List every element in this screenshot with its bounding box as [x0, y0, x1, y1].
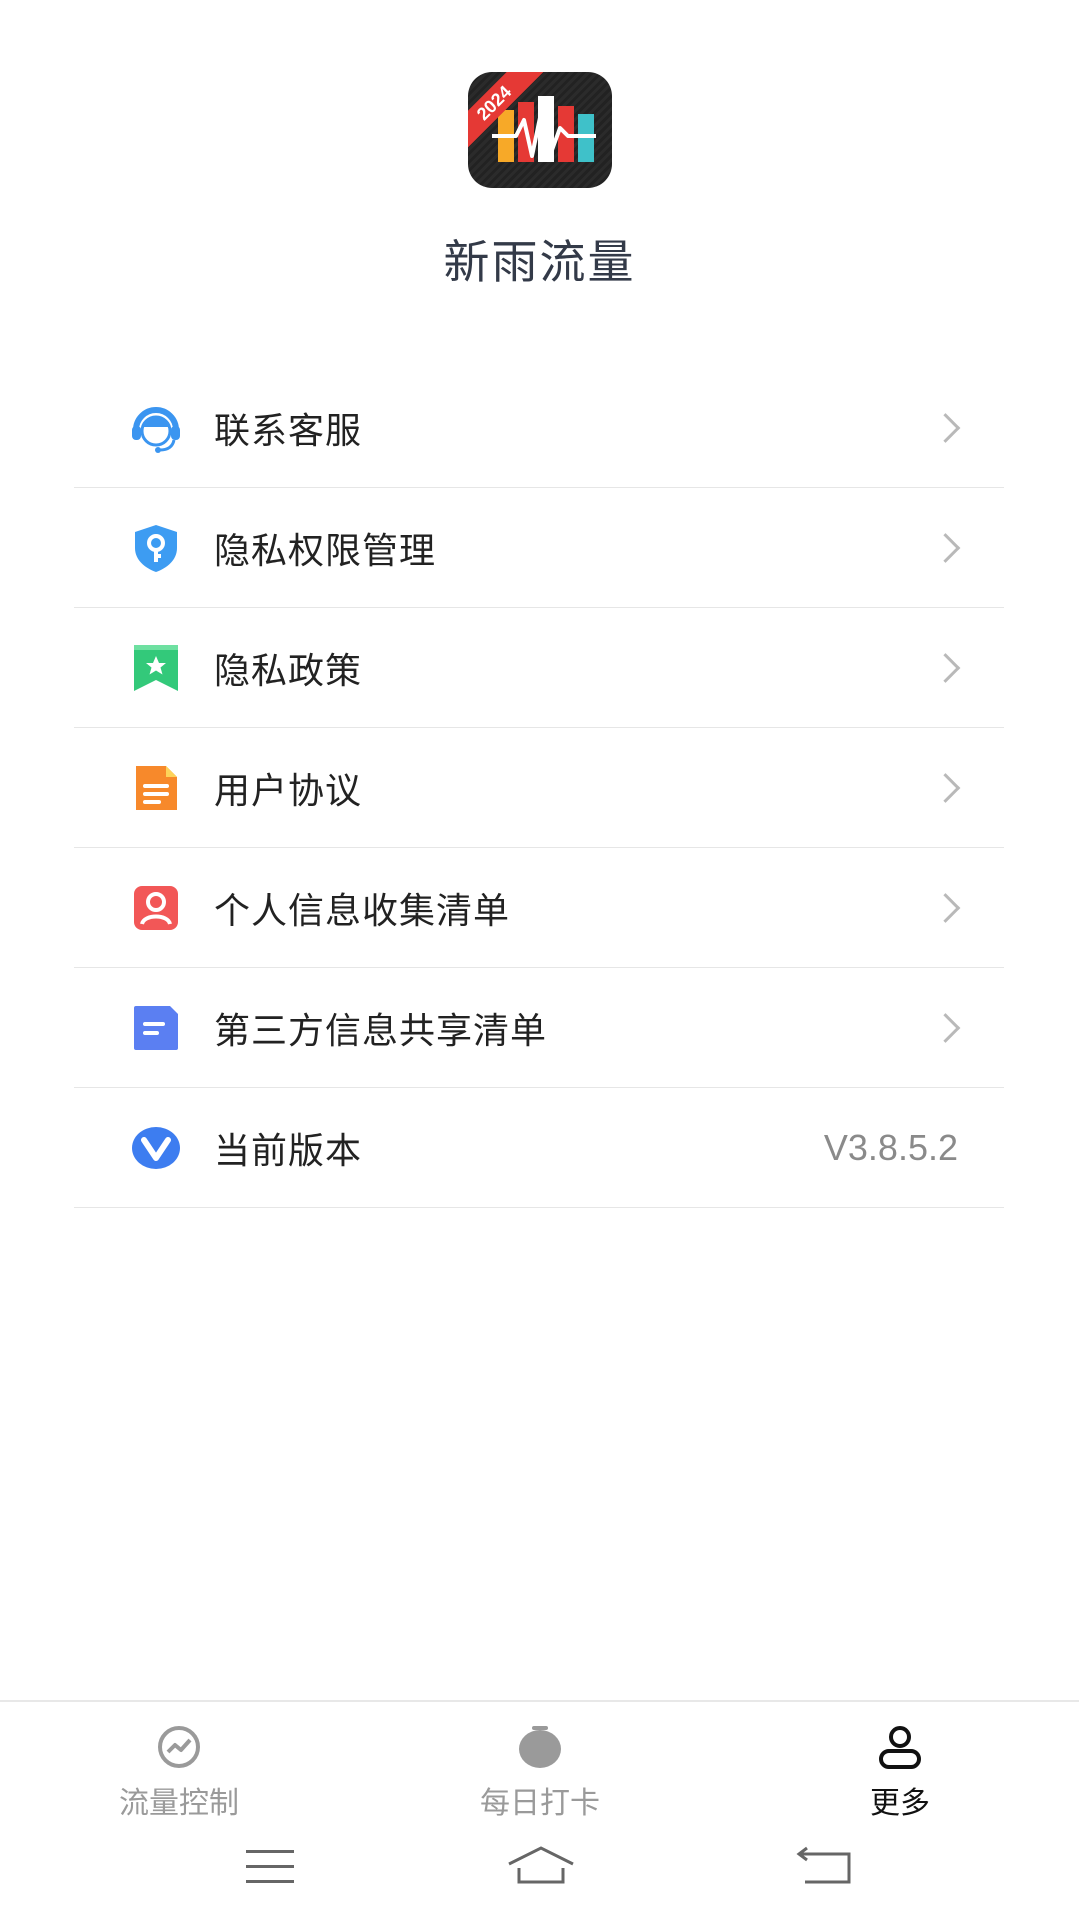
page: 2024 新雨流量 联系客服 隐私权限管理 隐私政策 用户协议 个人信息收集清单… [0, 0, 1079, 1919]
home-icon[interactable] [505, 1842, 577, 1892]
menu-item-privacy-policy[interactable]: 隐私政策 [74, 608, 1004, 728]
menu-item-privacy-permissions[interactable]: 隐私权限管理 [74, 488, 1004, 608]
menu-item-third-party-sharing[interactable]: 第三方信息共享清单 [74, 968, 1004, 1088]
tab-label: 流量控制 [119, 1786, 239, 1821]
version-value: V3.8.5.2 [823, 1126, 958, 1168]
chevron-right-icon [930, 772, 961, 803]
chevron-right-icon [930, 1012, 961, 1043]
menu-label: 联系客服 [214, 410, 363, 452]
menu-lines-icon[interactable] [240, 1842, 300, 1892]
chevron-right-icon [930, 412, 961, 443]
app-logo: 2024 [468, 72, 612, 188]
bookmark-star-icon [134, 644, 178, 691]
app-title: 新雨流量 [443, 235, 636, 289]
tab-label: 每日打卡 [480, 1786, 600, 1821]
checkin-icon [519, 1726, 561, 1768]
traffic-gauge-icon [158, 1726, 200, 1768]
chevron-right-icon [930, 892, 961, 923]
tab-traffic-control[interactable]: 流量控制 [49, 1702, 309, 1822]
menu-label: 用户协议 [214, 770, 363, 812]
menu-item-personal-info-list[interactable]: 个人信息收集清单 [74, 848, 1004, 968]
tab-more[interactable]: 更多 [770, 1702, 1030, 1822]
menu-item-current-version: 当前版本 V3.8.5.2 [74, 1088, 1004, 1208]
menu-label: 第三方信息共享清单 [214, 1010, 548, 1052]
user-card-icon [134, 885, 178, 930]
menu-item-customer-service[interactable]: 联系客服 [74, 368, 1004, 488]
settings-menu: 联系客服 隐私权限管理 隐私政策 用户协议 个人信息收集清单 第三方信息共享清单… [74, 368, 1004, 1208]
back-icon[interactable] [795, 1842, 855, 1892]
system-navigation-bar [0, 1820, 1079, 1919]
tab-label: 更多 [870, 1786, 930, 1821]
menu-label: 当前版本 [214, 1130, 363, 1172]
shield-key-icon [135, 524, 177, 572]
tab-daily-checkin[interactable]: 每日打卡 [410, 1702, 670, 1822]
menu-label: 隐私政策 [214, 650, 363, 692]
note-icon [134, 1005, 178, 1050]
user-icon [879, 1726, 921, 1769]
menu-label: 隐私权限管理 [214, 530, 437, 572]
customer-service-icon [132, 406, 180, 453]
v-logo-icon [132, 1126, 180, 1169]
bottom-tab-bar: 流量控制 每日打卡 更多 [0, 1700, 1079, 1822]
menu-label: 个人信息收集清单 [214, 890, 511, 932]
menu-item-user-agreement[interactable]: 用户协议 [74, 728, 1004, 848]
chevron-right-icon [930, 532, 961, 563]
chevron-right-icon [930, 652, 961, 683]
document-icon [136, 765, 177, 810]
